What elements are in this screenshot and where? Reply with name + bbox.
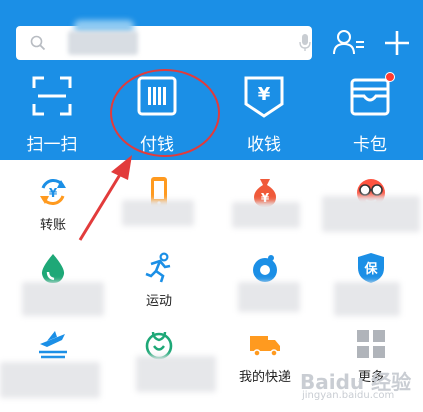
notification-dot [385,72,395,82]
watermark-url: jingyan.baidu.com [302,390,395,401]
add-icon[interactable] [382,28,412,58]
blurred-search-text [68,31,138,55]
grid-item-sport[interactable]: 运动 [106,246,212,326]
svg-text:¥: ¥ [49,186,58,200]
grid-item-transfer[interactable]: ¥ 转账 [0,170,106,250]
quick-action-card-wallet[interactable]: 卡包 [330,74,410,156]
circle-logo-icon [253,255,277,282]
annotation-circle [110,69,220,157]
scan-icon [32,76,72,116]
blurred-label [322,196,420,232]
more-grid-icon [357,330,385,358]
quick-action-collect[interactable]: ¥ 收钱 [224,74,304,156]
quick-action-label: 卡包 [353,135,387,155]
blurred-label [232,202,300,228]
running-icon [145,252,171,283]
microphone-icon[interactable] [298,34,312,52]
search-input[interactable] [16,20,312,60]
drop-icon [41,254,65,283]
search-icon [30,35,46,51]
shield-icon: 保 [358,253,384,283]
card-wallet-icon [350,78,390,116]
blurred-label [122,200,194,226]
blurred-label [334,282,400,316]
svg-text:保: 保 [363,261,378,277]
delivery-truck-icon [250,336,280,357]
blurred-label [238,282,300,312]
quick-action-label: 扫一扫 [26,135,78,155]
transfer-icon: ¥ [40,179,66,205]
contacts-icon[interactable] [332,28,366,58]
blurred-label [136,356,216,392]
plane-icon [39,331,67,359]
grid-item-label: 运动 [145,294,172,309]
quick-action-scan[interactable]: 扫一扫 [12,74,92,156]
quick-action-label: 收钱 [247,135,281,155]
grid-item-label: 转账 [39,218,66,233]
blurred-label [22,282,104,316]
svg-text:¥: ¥ [258,84,271,105]
receive-money-icon: ¥ [244,76,284,118]
blurred-label [0,362,100,398]
watermark: Baidu 经验 jingyan.baidu.com [300,366,423,406]
